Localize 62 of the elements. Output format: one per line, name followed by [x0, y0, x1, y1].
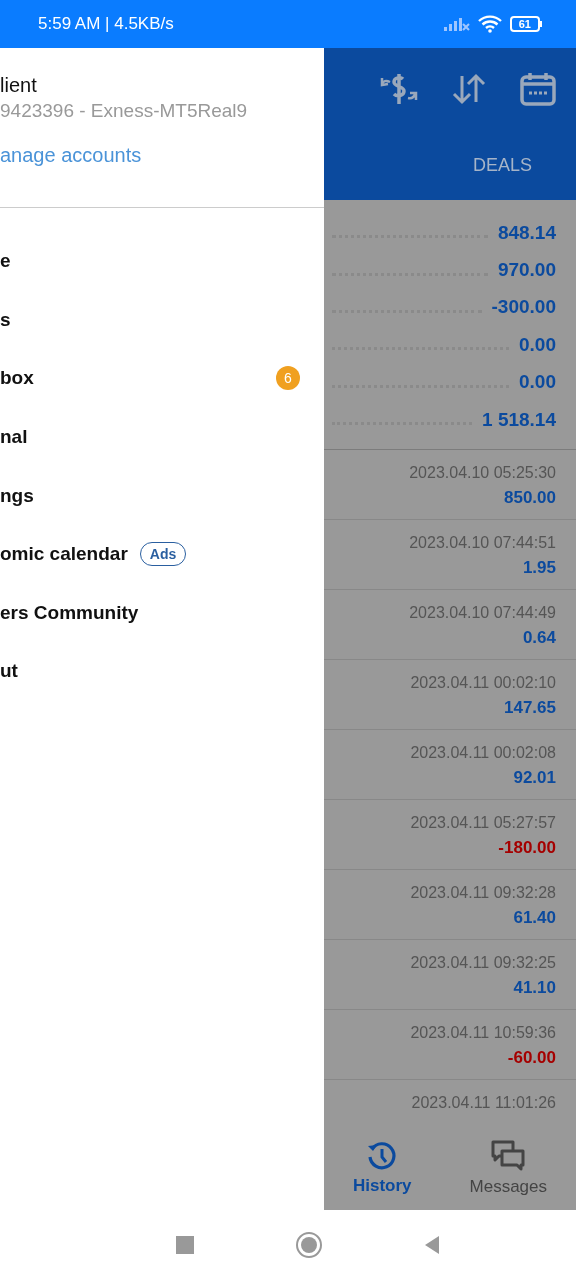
menu-item[interactable]: s — [0, 290, 324, 350]
deal-amount: 41.10 — [513, 978, 556, 998]
deal-row[interactable]: 2023.04.10 07:44:49 0.64 — [324, 590, 576, 660]
manage-accounts-link[interactable]: anage accounts — [0, 144, 142, 167]
deal-row[interactable]: 2023.04.11 00:02:10 147.65 — [324, 660, 576, 730]
home-icon[interactable] — [295, 1231, 323, 1259]
deal-time: 2023.04.11 10:59:36 — [410, 1024, 556, 1042]
deal-time: 2023.04.11 09:32:25 — [410, 954, 556, 972]
summary-value: -300.00 — [491, 296, 556, 319]
dollar-exchange-icon[interactable] — [380, 72, 418, 106]
chat-icon — [490, 1139, 527, 1173]
deal-amount: -60.00 — [507, 1048, 556, 1068]
summary-value: 0.00 — [519, 371, 556, 394]
history-icon — [366, 1140, 399, 1172]
deal-amount: -180.00 — [498, 838, 556, 858]
summary-value: 0.00 — [519, 333, 556, 356]
deal-row[interactable]: 2023.04.11 10:59:36 -60.00 — [324, 1010, 576, 1080]
account-server: 9423396 - Exness-MT5Real9 — [0, 99, 249, 123]
deal-amount: 850.00 — [504, 488, 556, 508]
deal-amount: 0.64 — [522, 628, 556, 648]
deal-amount: 61.40 — [513, 908, 556, 928]
deal-row[interactable]: 2023.04.10 05:25:30 850.00 — [324, 450, 576, 520]
summary-value: 1 518.14 — [482, 408, 556, 431]
deal-time: 2023.04.11 05:27:57 — [410, 814, 556, 832]
bottom-tab[interactable]: Messages — [469, 1139, 547, 1197]
deals-tab[interactable]: DEALS — [472, 154, 532, 176]
menu-item[interactable]: ut — [0, 642, 324, 701]
menu-item[interactable]: ngs — [0, 466, 324, 525]
deal-time: 2023.04.10 07:44:49 — [409, 604, 556, 622]
deal-time: 2023.04.11 09:32:28 — [410, 884, 556, 902]
count-badge: 6 — [276, 366, 300, 391]
deal-row[interactable]: 2023.04.11 05:27:57 -180.00 — [324, 800, 576, 870]
status-time: 5:59 AM | 4.5KB/s — [38, 14, 175, 34]
summary-value: 970.00 — [497, 259, 556, 282]
deal-amount: 147.65 — [504, 698, 556, 718]
deal-row[interactable]: 2023.04.11 00:02:08 92.01 — [324, 730, 576, 800]
deal-amount: 92.01 — [513, 768, 556, 788]
deal-time: 2023.04.10 07:44:51 — [409, 534, 556, 552]
deal-row[interactable]: 2023.04.10 07:44:51 1.95 — [324, 520, 576, 590]
summary-value: 848.14 — [497, 221, 556, 244]
deal-amount: 1.95 — [522, 558, 556, 578]
menu-item[interactable]: e — [0, 232, 324, 291]
menu-item[interactable]: ers Community — [0, 583, 324, 643]
calendar-icon[interactable] — [520, 71, 556, 107]
sort-arrows-icon[interactable] — [452, 73, 486, 105]
back-icon[interactable] — [423, 1235, 441, 1255]
wifi-icon — [477, 15, 502, 33]
signal-icon — [443, 17, 470, 31]
deal-time: 2023.04.11 11:01:26 — [411, 1094, 556, 1112]
menu-item[interactable]: omic calendar Ads — [0, 524, 324, 584]
recents-icon[interactable] — [175, 1235, 195, 1255]
menu-item[interactable]: box 6 — [0, 349, 324, 408]
deal-row[interactable]: 2023.04.11 11:01:26 — [324, 1080, 576, 1118]
deal-row[interactable]: 2023.04.11 09:32:25 41.10 — [324, 940, 576, 1010]
bottom-tab[interactable]: History — [353, 1140, 412, 1196]
battery-icon: 61 — [509, 16, 542, 32]
deal-row[interactable]: 2023.04.11 09:32:28 61.40 — [324, 870, 576, 940]
account-name: lient — [0, 73, 38, 98]
deal-time: 2023.04.10 05:25:30 — [409, 464, 556, 482]
deal-time: 2023.04.11 00:02:08 — [410, 744, 556, 762]
deal-time: 2023.04.11 00:02:10 — [410, 674, 556, 692]
menu-item[interactable]: nal — [0, 407, 324, 467]
